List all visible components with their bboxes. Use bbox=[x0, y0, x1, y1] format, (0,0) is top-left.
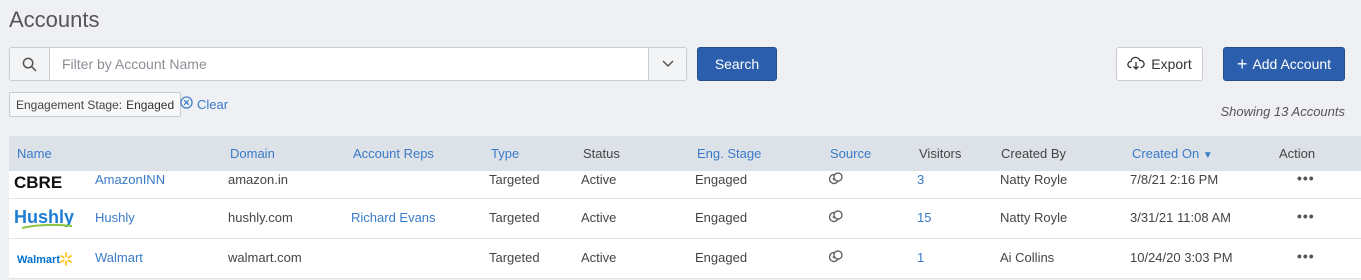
export-label: Export bbox=[1151, 56, 1192, 72]
table-header: Name Domain Account Reps Type Status Eng… bbox=[9, 136, 1361, 171]
status-cell: Active bbox=[581, 172, 617, 187]
visitors-link[interactable]: 15 bbox=[917, 210, 931, 225]
more-actions-button[interactable]: ••• bbox=[1297, 170, 1315, 186]
source-icon bbox=[828, 172, 844, 189]
chevron-down-icon[interactable] bbox=[648, 48, 686, 80]
more-actions-button[interactable]: ••• bbox=[1297, 248, 1315, 264]
column-created-on-label: Created On bbox=[1132, 146, 1200, 161]
created-on-cell: 10/24/20 3:03 PM bbox=[1130, 250, 1233, 265]
created-on-cell: 7/8/21 2:16 PM bbox=[1130, 172, 1219, 187]
accounts-count: Showing 13 Accounts bbox=[1220, 104, 1345, 119]
created-by-cell: Natty Royle bbox=[1000, 172, 1068, 187]
column-eng-stage[interactable]: Eng. Stage bbox=[697, 146, 761, 161]
account-name-link[interactable]: Hushly bbox=[95, 210, 135, 225]
plus-icon: + bbox=[1236, 54, 1248, 74]
clear-filter-link[interactable]: Clear bbox=[180, 96, 228, 112]
column-domain[interactable]: Domain bbox=[230, 146, 275, 161]
created-on-cell: 3/31/21 11:08 AM bbox=[1130, 210, 1231, 225]
filter-chip-key: Engagement Stage: bbox=[16, 97, 123, 112]
clear-label: Clear bbox=[197, 96, 229, 112]
add-account-button[interactable]: + Add Account bbox=[1223, 47, 1345, 81]
account-reps-cell[interactable]: Richard Evans bbox=[351, 210, 436, 225]
type-cell: Targeted bbox=[489, 210, 540, 225]
eng-stage-cell: Engaged bbox=[695, 172, 748, 187]
add-account-label: Add Account bbox=[1252, 56, 1332, 72]
eng-stage-cell: Engaged bbox=[695, 210, 748, 225]
column-status: Status bbox=[583, 146, 620, 161]
page-title: Accounts bbox=[9, 7, 100, 32]
export-button[interactable]: Export bbox=[1116, 47, 1203, 81]
source-icon bbox=[828, 250, 844, 267]
column-visitors: Visitors bbox=[919, 146, 962, 161]
accounts-table: Name Domain Account Reps Type Status Eng… bbox=[9, 136, 1361, 279]
created-by-cell: Ai Collins bbox=[1000, 250, 1055, 265]
svg-text:CBRE: CBRE bbox=[14, 173, 62, 191]
hushly-logo: Hushly bbox=[14, 207, 78, 234]
search-icon bbox=[10, 48, 50, 80]
visitors-link[interactable]: 3 bbox=[917, 172, 924, 187]
status-cell: Active bbox=[581, 210, 617, 225]
svg-text:Walmart: Walmart bbox=[17, 254, 60, 266]
column-type[interactable]: Type bbox=[491, 146, 519, 161]
close-circle-icon bbox=[180, 96, 193, 112]
domain-cell: walmart.com bbox=[228, 250, 302, 265]
account-name-link[interactable]: AmazonINN bbox=[95, 172, 165, 187]
account-name-filter-input[interactable] bbox=[50, 48, 648, 80]
search-button[interactable]: Search bbox=[697, 47, 777, 81]
created-by-cell: Natty Royle bbox=[1000, 210, 1068, 225]
filter-chip: Engagement Stage: Engaged bbox=[9, 92, 182, 117]
column-name[interactable]: Name bbox=[17, 146, 52, 161]
domain-cell: amazon.in bbox=[228, 172, 288, 187]
column-source[interactable]: Source bbox=[830, 146, 871, 161]
search-bar bbox=[9, 47, 687, 81]
sort-desc-icon: ▼ bbox=[1202, 150, 1213, 161]
column-created-on[interactable]: Created On ▼ bbox=[1132, 146, 1213, 161]
more-actions-button[interactable]: ••• bbox=[1297, 208, 1315, 224]
table-row: CBRE AmazonINN amazon.in Targeted Active… bbox=[9, 170, 1361, 199]
type-cell: Targeted bbox=[489, 172, 540, 187]
cloud-download-icon bbox=[1127, 56, 1145, 73]
column-account-reps[interactable]: Account Reps bbox=[353, 146, 434, 161]
cbre-logo: CBRE bbox=[14, 173, 76, 194]
table-row: Walmart Walmart walmart.com Targeted Act… bbox=[9, 239, 1361, 279]
source-icon bbox=[828, 210, 844, 227]
svg-text:Hushly: Hushly bbox=[14, 207, 74, 227]
table-row: Hushly Hushly hushly.com Richard Evans T… bbox=[9, 199, 1361, 239]
domain-cell: hushly.com bbox=[228, 210, 293, 225]
column-created-by: Created By bbox=[1001, 146, 1067, 161]
status-cell: Active bbox=[581, 250, 617, 265]
column-action: Action bbox=[1279, 146, 1316, 161]
walmart-logo: Walmart bbox=[14, 251, 74, 270]
filter-chip-value: Engaged bbox=[126, 97, 175, 112]
type-cell: Targeted bbox=[489, 250, 540, 265]
visitors-link[interactable]: 1 bbox=[917, 250, 924, 265]
account-name-link[interactable]: Walmart bbox=[95, 250, 143, 265]
eng-stage-cell: Engaged bbox=[695, 250, 748, 265]
